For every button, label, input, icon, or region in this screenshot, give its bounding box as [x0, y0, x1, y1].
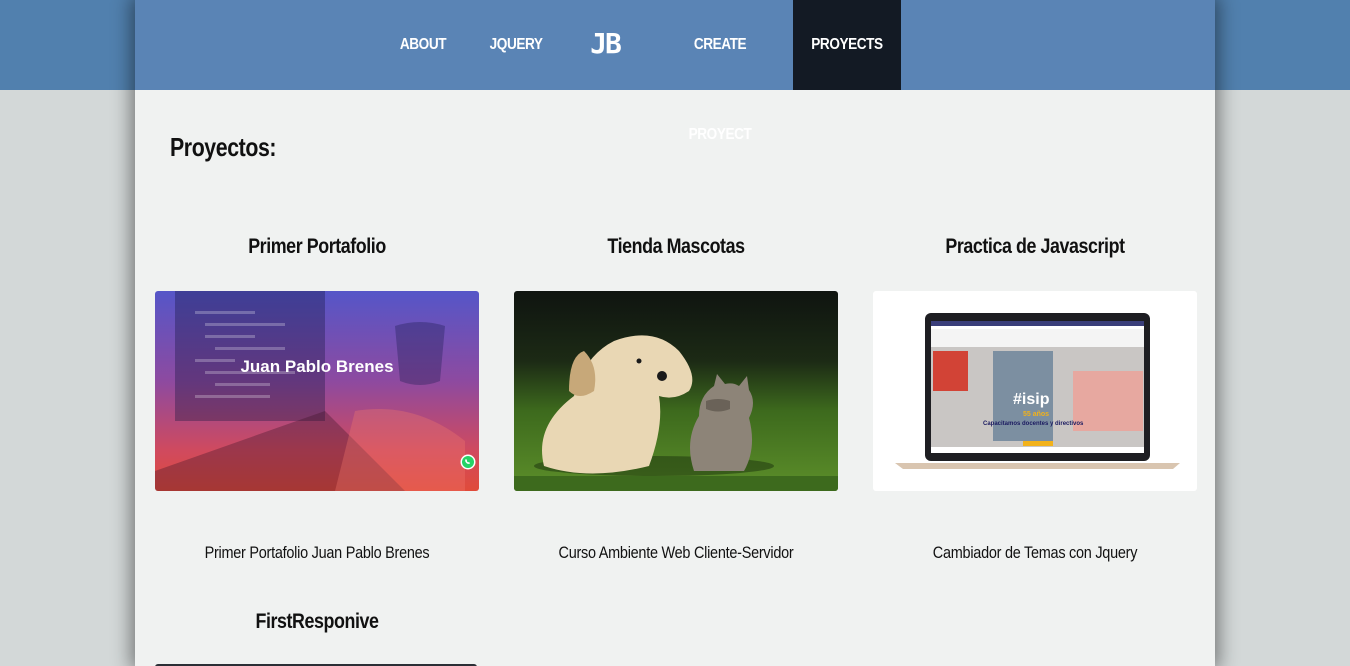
- page-container: ABOUT JQUERY JB CREATE PROYECT PROYECTS …: [135, 0, 1215, 666]
- project-image[interactable]: [514, 291, 838, 491]
- puppy-kitten-photo: [514, 335, 838, 491]
- image-headline: #isip: [1013, 391, 1050, 408]
- image-tagline: Capacitamos docentes y directivos: [983, 421, 1084, 427]
- nav-jquery-link[interactable]: JQUERY: [490, 0, 543, 90]
- project-description: Primer Portafolio Juan Pablo Brenes: [204, 543, 430, 562]
- image-subheadline: 55 años: [1023, 411, 1050, 418]
- logo[interactable]: JB: [585, 24, 625, 64]
- laptop-code-illustration: [155, 291, 465, 491]
- project-image[interactable]: Juan Pablo Brenes: [155, 291, 479, 491]
- whatsapp-icon[interactable]: [460, 454, 476, 470]
- project-description: Curso Ambiente Web Cliente-Servidor: [558, 543, 794, 562]
- project-title: Primer Portafolio: [248, 235, 386, 258]
- section-title: Proyectos:: [170, 132, 277, 162]
- navbar: ABOUT JQUERY JB CREATE PROYECT PROYECTS: [135, 0, 1215, 143]
- project-title: FirstResponive: [255, 610, 379, 633]
- project-description: Cambiador de Temas con Jquery: [932, 543, 1138, 562]
- project-image[interactable]: #isip 55 años Capacitamos docentes y dir…: [873, 291, 1197, 491]
- nav-create-proyect-link[interactable]: CREATE PROYECT: [673, 0, 767, 143]
- project-title: Practica de Javascript: [945, 235, 1125, 258]
- image-caption: Juan Pablo Brenes: [240, 357, 394, 376]
- nav-proyects-link[interactable]: PROYECTS: [801, 0, 893, 90]
- project-title: Tienda Mascotas: [607, 235, 745, 258]
- nav-about-link[interactable]: ABOUT: [398, 0, 449, 90]
